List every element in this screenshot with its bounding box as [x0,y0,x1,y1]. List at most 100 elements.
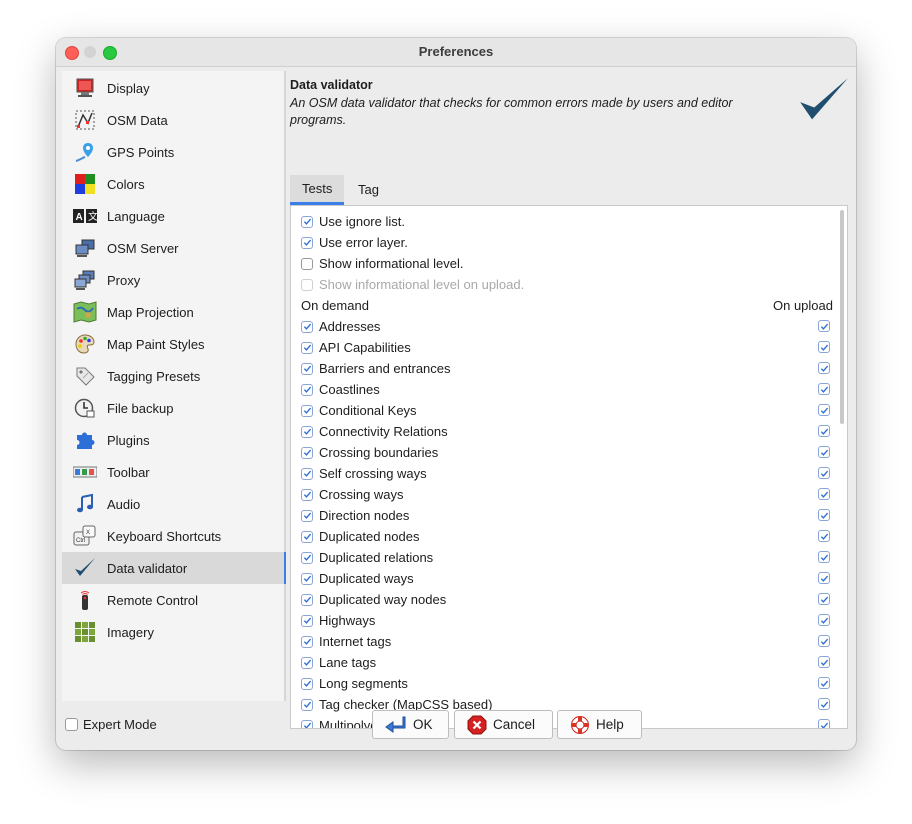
sidebar-item-colors[interactable]: Colors [62,168,284,200]
test-row[interactable]: Barriers and entrances [301,358,451,379]
sidebar-item-imagery[interactable]: Imagery [62,616,284,648]
on-upload-checkbox[interactable] [818,551,830,563]
sidebar-item-osm-server[interactable]: OSM Server [62,232,284,264]
test-label: Duplicated way nodes [319,592,447,607]
on-demand-checkbox[interactable] [301,446,313,459]
test-row[interactable]: Lane tags [301,652,376,673]
sidebar-item-tagging-presets[interactable]: Tagging Presets [62,360,284,392]
ok-button[interactable]: OK [372,710,449,739]
checkbox-unchecked[interactable] [301,257,313,270]
checkbox-checked[interactable] [301,236,313,249]
server-icon [73,236,97,260]
expert-mode-label: Expert Mode [83,717,157,732]
on-upload-checkbox[interactable] [818,320,830,332]
sidebar-item-map-projection[interactable]: Map Projection [62,296,284,328]
on-demand-checkbox[interactable] [301,614,313,627]
test-row[interactable]: Highways [301,610,375,631]
on-demand-checkbox[interactable] [301,551,313,564]
sidebar-item-remote-control[interactable]: Remote Control [62,584,284,616]
on-demand-checkbox[interactable] [301,467,313,480]
on-upload-checkbox[interactable] [818,467,830,479]
test-row[interactable]: Direction nodes [301,505,409,526]
on-demand-checkbox[interactable] [301,362,313,375]
on-demand-checkbox[interactable] [301,698,313,711]
sidebar-item-display[interactable]: Display [62,72,284,104]
sidebar-item-osm-data[interactable]: OSM Data [62,104,284,136]
test-row[interactable]: Duplicated nodes [301,526,419,547]
on-demand-checkbox[interactable] [301,383,313,396]
sidebar-item-toolbar[interactable]: Toolbar [62,456,284,488]
on-upload-checkbox[interactable] [818,404,830,416]
on-upload-checkbox[interactable] [818,719,830,728]
on-demand-checkbox[interactable] [301,677,313,690]
on-demand-checkbox[interactable] [301,425,313,438]
on-upload-checkbox[interactable] [818,572,830,584]
sidebar-item-map-paint-styles[interactable]: Map Paint Styles [62,328,284,360]
on-upload-checkbox[interactable] [818,425,830,437]
on-demand-checkbox[interactable] [301,719,313,728]
sidebar-item-label: Colors [107,176,145,192]
title-bar: Preferences [56,38,856,67]
sidebar-item-label: Display [107,80,150,96]
sidebar-item-label: Remote Control [107,592,199,608]
test-row[interactable]: Crossing boundaries [301,442,438,463]
sidebar-item-gps-points[interactable]: GPS Points [62,136,284,168]
on-upload-checkbox[interactable] [818,509,830,521]
on-upload-checkbox[interactable] [818,614,830,626]
expert-mode-checkbox[interactable]: Expert Mode [65,717,157,732]
on-upload-checkbox[interactable] [818,698,830,710]
checkbox-checked[interactable] [301,215,313,228]
test-row[interactable]: Self crossing ways [301,463,427,484]
on-demand-checkbox[interactable] [301,593,313,606]
test-row[interactable]: Crossing ways [301,484,404,505]
test-row[interactable]: Connectivity Relations [301,421,448,442]
sidebar-item-plugins[interactable]: Plugins [62,424,284,456]
sidebar-item-language[interactable]: A文 Language [62,200,284,232]
sidebar-item-label: GPS Points [107,144,175,160]
on-demand-checkbox[interactable] [301,320,313,333]
checkbox-unchecked[interactable] [65,718,78,731]
on-upload-checkbox[interactable] [818,656,830,668]
test-row[interactable]: API Capabilities [301,337,411,358]
test-row[interactable]: Duplicated ways [301,568,414,589]
on-upload-checkbox[interactable] [818,446,830,458]
test-row[interactable]: Duplicated way nodes [301,589,446,610]
on-upload-checkbox[interactable] [818,341,830,353]
on-demand-checkbox[interactable] [301,635,313,648]
on-demand-checkbox[interactable] [301,404,313,417]
test-row[interactable]: Coastlines [301,379,380,400]
on-demand-checkbox[interactable] [301,572,313,585]
on-upload-checkbox[interactable] [818,383,830,395]
cancel-button[interactable]: Cancel [454,710,553,739]
help-button[interactable]: Help [557,710,642,739]
on-demand-checkbox[interactable] [301,656,313,669]
sidebar-item-proxy[interactable]: Proxy [62,264,284,296]
option-use-error-layer[interactable]: Use error layer. [301,232,408,253]
option-use-ignore-list[interactable]: Use ignore list. [301,211,405,232]
on-upload-checkbox[interactable] [818,677,830,689]
test-row[interactable]: Conditional Keys [301,400,417,421]
option-show-informational-level[interactable]: Show informational level. [301,253,464,274]
sidebar-item-keyboard-shortcuts[interactable]: Ctrl X Keyboard Shortcuts [62,520,284,552]
test-row[interactable]: Long segments [301,673,408,694]
on-upload-checkbox[interactable] [818,530,830,542]
test-row[interactable]: Internet tags [301,631,391,652]
tab-tag-checker-rules[interactable]: Tag checker rules [346,175,416,257]
sidebar-item-audio[interactable]: Audio [62,488,284,520]
on-demand-checkbox[interactable] [301,341,313,354]
on-demand-checkbox[interactable] [301,509,313,522]
sidebar-item-data-validator[interactable]: Data validator [62,552,286,584]
scrollbar-thumb[interactable] [840,210,844,424]
test-label: Conditional Keys [319,403,417,418]
on-upload-checkbox[interactable] [818,593,830,605]
test-row[interactable]: Addresses [301,316,380,337]
test-row[interactable]: Duplicated relations [301,547,433,568]
cancel-icon [467,715,487,735]
tab-tests[interactable]: Tests [290,175,345,205]
on-demand-checkbox[interactable] [301,488,313,501]
sidebar-item-file-backup[interactable]: File backup [62,392,284,424]
on-upload-checkbox[interactable] [818,362,830,374]
on-upload-checkbox[interactable] [818,488,830,500]
on-demand-checkbox[interactable] [301,530,313,543]
on-upload-checkbox[interactable] [818,635,830,647]
